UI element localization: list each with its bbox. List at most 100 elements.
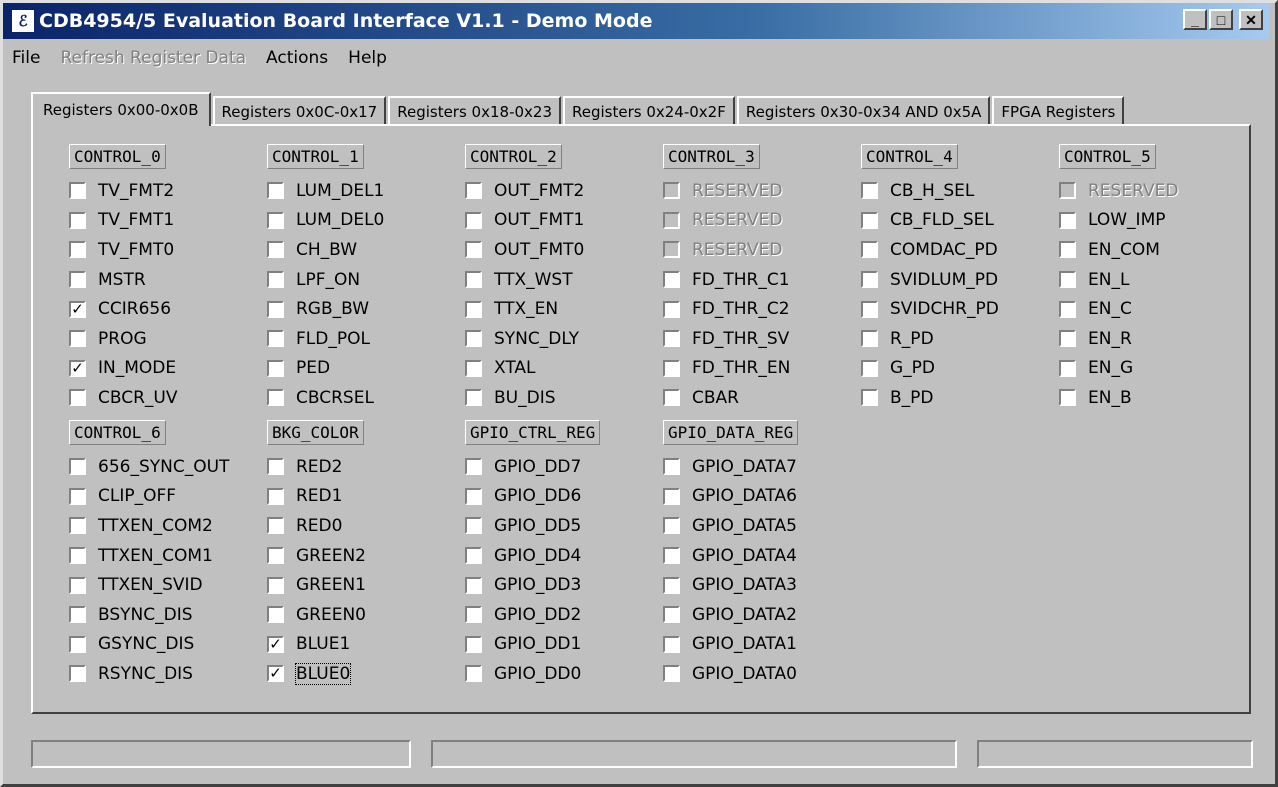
checkbox-row[interactable]: TV_FMT0 [69, 235, 269, 265]
checkbox-row[interactable]: GPIO_DD2 [465, 600, 665, 630]
menu-help[interactable]: Help [348, 48, 387, 74]
checkbox[interactable] [465, 300, 482, 318]
checkbox[interactable] [69, 576, 86, 594]
checkbox[interactable] [69, 458, 86, 476]
checkbox-row[interactable]: GPIO_DD5 [465, 511, 665, 541]
checkbox-row[interactable]: SVIDCHR_PD [861, 294, 1061, 324]
checkbox-row[interactable]: RSYNC_DIS [69, 659, 269, 689]
checkbox[interactable]: ✓ [267, 635, 284, 653]
checkbox-row[interactable]: ✓ IN_MODE [69, 354, 269, 384]
checkbox[interactable] [1059, 330, 1076, 348]
checkbox[interactable] [267, 271, 284, 289]
minimize-button[interactable]: _ [1183, 9, 1207, 30]
checkbox[interactable] [69, 271, 86, 289]
menu-refresh-register-data[interactable]: Refresh Register Data [60, 48, 246, 74]
tab-registers-0x0c-0x17[interactable]: Registers 0x0C-0x17 [212, 96, 387, 126]
checkbox-row[interactable]: LOW_IMP [1059, 206, 1259, 236]
checkbox[interactable] [465, 576, 482, 594]
checkbox-row[interactable]: LPF_ON [267, 265, 467, 295]
checkbox-row[interactable]: TTX_WST [465, 265, 665, 295]
checkbox[interactable]: ✓ [69, 300, 86, 318]
checkbox-row[interactable]: FD_THR_C2 [663, 294, 863, 324]
checkbox-row[interactable]: EN_G [1059, 354, 1259, 384]
checkbox-row[interactable]: TTXEN_SVID [69, 570, 269, 600]
checkbox-row[interactable]: LUM_DEL1 [267, 176, 467, 206]
checkbox-row[interactable]: GPIO_DD1 [465, 630, 665, 660]
checkbox[interactable] [861, 211, 878, 229]
app-logo-icon[interactable]: ℰ [11, 9, 35, 33]
checkbox-row[interactable]: LUM_DEL0 [267, 206, 467, 236]
checkbox[interactable] [465, 330, 482, 348]
checkbox[interactable] [1059, 359, 1076, 377]
checkbox[interactable] [663, 517, 680, 535]
checkbox-row[interactable]: TTXEN_COM2 [69, 511, 269, 541]
checkbox[interactable] [861, 389, 878, 407]
checkbox[interactable]: ✓ [267, 665, 284, 683]
checkbox[interactable] [267, 517, 284, 535]
checkbox[interactable] [861, 241, 878, 259]
checkbox[interactable] [663, 458, 680, 476]
checkbox[interactable] [465, 635, 482, 653]
checkbox[interactable] [465, 487, 482, 505]
checkbox-row[interactable]: CB_H_SEL [861, 176, 1061, 206]
checkbox[interactable] [861, 271, 878, 289]
checkbox[interactable] [1059, 389, 1076, 407]
checkbox-row[interactable]: TV_FMT1 [69, 206, 269, 236]
checkbox-row[interactable]: RED1 [267, 482, 467, 512]
checkbox[interactable] [663, 665, 680, 683]
checkbox[interactable] [267, 241, 284, 259]
checkbox[interactable] [267, 487, 284, 505]
checkbox[interactable] [267, 576, 284, 594]
checkbox[interactable] [267, 182, 284, 200]
checkbox-row[interactable]: GPIO_DD3 [465, 570, 665, 600]
checkbox-row[interactable]: CBAR [663, 383, 863, 413]
checkbox[interactable] [69, 635, 86, 653]
checkbox[interactable] [465, 211, 482, 229]
checkbox-row[interactable]: GPIO_DATA4 [663, 541, 863, 571]
checkbox-row[interactable]: PROG [69, 324, 269, 354]
checkbox[interactable] [69, 547, 86, 565]
checkbox-row[interactable]: SYNC_DLY [465, 324, 665, 354]
checkbox[interactable] [465, 182, 482, 200]
menu-file[interactable]: File [12, 48, 40, 74]
checkbox-row[interactable]: EN_COM [1059, 235, 1259, 265]
tab-registers-0x18-0x23[interactable]: Registers 0x18-0x23 [388, 96, 561, 126]
checkbox[interactable] [465, 389, 482, 407]
checkbox[interactable] [663, 271, 680, 289]
checkbox-row[interactable]: PED [267, 354, 467, 384]
checkbox[interactable] [69, 211, 86, 229]
checkbox[interactable] [663, 389, 680, 407]
checkbox-row[interactable]: COMDAC_PD [861, 235, 1061, 265]
checkbox[interactable] [663, 547, 680, 565]
checkbox[interactable] [267, 389, 284, 407]
checkbox-row[interactable]: GPIO_DATA7 [663, 452, 863, 482]
checkbox-row[interactable]: TTX_EN [465, 294, 665, 324]
checkbox[interactable] [267, 300, 284, 318]
checkbox[interactable] [69, 665, 86, 683]
checkbox-row[interactable]: GPIO_DATA0 [663, 659, 863, 689]
checkbox[interactable] [267, 359, 284, 377]
checkbox-row[interactable]: CLIP_OFF [69, 482, 269, 512]
checkbox-row[interactable]: GSYNC_DIS [69, 630, 269, 660]
menu-actions[interactable]: Actions [266, 48, 328, 74]
checkbox-row[interactable]: OUT_FMT2 [465, 176, 665, 206]
checkbox[interactable] [465, 517, 482, 535]
checkbox-row[interactable]: FD_THR_SV [663, 324, 863, 354]
checkbox-row[interactable]: EN_R [1059, 324, 1259, 354]
tab-registers-0x00-0x0b[interactable]: Registers 0x00-0x0B [31, 92, 211, 126]
checkbox-row[interactable]: GPIO_DD0 [465, 659, 665, 689]
checkbox[interactable] [465, 271, 482, 289]
checkbox[interactable] [663, 635, 680, 653]
checkbox-row[interactable]: CBCRSEL [267, 383, 467, 413]
checkbox-row[interactable]: FD_THR_EN [663, 354, 863, 384]
checkbox-row[interactable]: GPIO_DATA6 [663, 482, 863, 512]
checkbox-row[interactable]: BSYNC_DIS [69, 600, 269, 630]
checkbox-row[interactable]: R_PD [861, 324, 1061, 354]
checkbox[interactable] [267, 547, 284, 565]
title-bar[interactable]: ℰ CDB4954/5 Evaluation Board Interface V… [3, 3, 1269, 39]
checkbox-row[interactable]: SVIDLUM_PD [861, 265, 1061, 295]
checkbox-row[interactable]: RED0 [267, 511, 467, 541]
checkbox-row[interactable]: EN_C [1059, 294, 1259, 324]
checkbox[interactable] [465, 241, 482, 259]
checkbox[interactable] [465, 458, 482, 476]
